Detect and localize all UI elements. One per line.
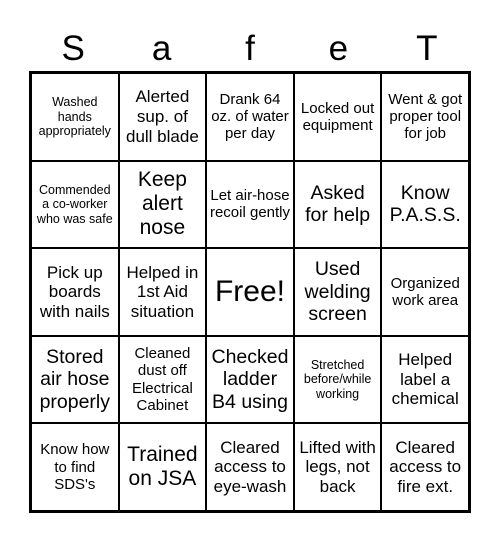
bingo-cell[interactable]: Drank 64 oz. of water per day	[206, 73, 294, 161]
bingo-cell-text: Let air-hose recoil gently	[209, 187, 291, 222]
bingo-cell-free[interactable]: Free!	[206, 248, 294, 336]
bingo-cell[interactable]: Washed hands appropriately	[31, 73, 119, 161]
bingo-card-grid: Washed hands appropriately Alerted sup. o…	[29, 71, 471, 513]
bingo-cell-text: Alerted sup. of dull blade	[126, 87, 199, 146]
bingo-cell-text: Stretched before/while working	[303, 358, 372, 401]
bingo-cell[interactable]: Let air-hose recoil gently	[206, 160, 294, 249]
bingo-cell[interactable]: Know P.A.S.S.	[381, 160, 469, 249]
title-letter: a	[151, 29, 172, 68]
bingo-cell-text: Organized work area	[390, 274, 460, 309]
bingo-cell[interactable]: Cleaned dust off Electrical Cabinet	[118, 335, 207, 424]
bingo-cell-text: Know how to find SDS's	[40, 441, 110, 493]
bingo-cell-text: Helped label a chemical	[391, 350, 459, 409]
bingo-cell-text: Washed hands appropriately	[38, 95, 111, 138]
bingo-cell[interactable]: Locked out equipment	[293, 73, 382, 161]
bingo-cell-text: Free!	[214, 274, 285, 308]
bingo-cell-text: Locked out equipment	[300, 99, 375, 134]
bingo-cell-text: Used welding screen	[304, 258, 371, 326]
title-letter: T	[416, 29, 438, 68]
bingo-title: S a f e T	[29, 28, 471, 70]
bingo-cell[interactable]: Lifted with legs, not back	[293, 423, 382, 511]
bingo-cell[interactable]: Helped label a chemical	[381, 335, 469, 424]
bingo-cell[interactable]: Checked ladder B4 using	[206, 335, 294, 424]
bingo-cell[interactable]: Cleared access to eye-wash	[206, 423, 294, 511]
bingo-cell[interactable]: Stretched before/while working	[293, 335, 382, 424]
title-letter: e	[328, 29, 349, 68]
bingo-cell-text: Trained on JSA	[127, 443, 198, 491]
bingo-cell[interactable]: Keep alert nose	[118, 160, 207, 249]
bingo-cell-text: Stored air hose properly	[39, 345, 111, 413]
bingo-cell[interactable]: Stored air hose properly	[31, 335, 119, 424]
bingo-cell-text: Went & got proper tool for job	[388, 90, 463, 143]
bingo-cell[interactable]: Organized work area	[381, 248, 469, 336]
bingo-cell[interactable]: Commended a co-worker who was safe	[31, 160, 119, 249]
bingo-cell-text: Helped in 1st Aid situation	[126, 262, 199, 321]
bingo-cell[interactable]: Asked for help	[293, 160, 382, 249]
title-letter: f	[245, 29, 255, 68]
bingo-cell[interactable]: Know how to find SDS's	[31, 423, 119, 511]
bingo-cell[interactable]: Trained on JSA	[118, 423, 207, 511]
bingo-cell[interactable]: Used welding screen	[293, 248, 382, 336]
bingo-cell-text: Cleared access to fire ext.	[389, 437, 462, 496]
bingo-cell-text: Know P.A.S.S.	[389, 181, 461, 227]
bingo-cell-text: Lifted with legs, not back	[299, 437, 376, 496]
bingo-cell-text: Cleaned dust off Electrical Cabinet	[131, 345, 193, 414]
bingo-cell-text: Cleared access to eye-wash	[213, 437, 287, 496]
bingo-cell[interactable]: Pick up boards with nails	[31, 248, 119, 336]
bingo-cell[interactable]: Alerted sup. of dull blade	[118, 73, 207, 161]
bingo-cell-text: Keep alert nose	[137, 168, 187, 240]
bingo-cell[interactable]: Went & got proper tool for job	[381, 73, 469, 161]
bingo-cell[interactable]: Cleared access to fire ext.	[381, 423, 469, 511]
bingo-cell-text: Checked ladder B4 using	[211, 345, 289, 413]
bingo-cell-text: Pick up boards with nails	[39, 262, 110, 321]
bingo-cell-text: Drank 64 oz. of water per day	[211, 90, 289, 143]
title-letter: S	[61, 29, 85, 68]
bingo-cell-text: Commended a co-worker who was safe	[36, 182, 113, 226]
bingo-cell[interactable]: Helped in 1st Aid situation	[118, 248, 207, 336]
bingo-cell-text: Asked for help	[305, 181, 371, 227]
